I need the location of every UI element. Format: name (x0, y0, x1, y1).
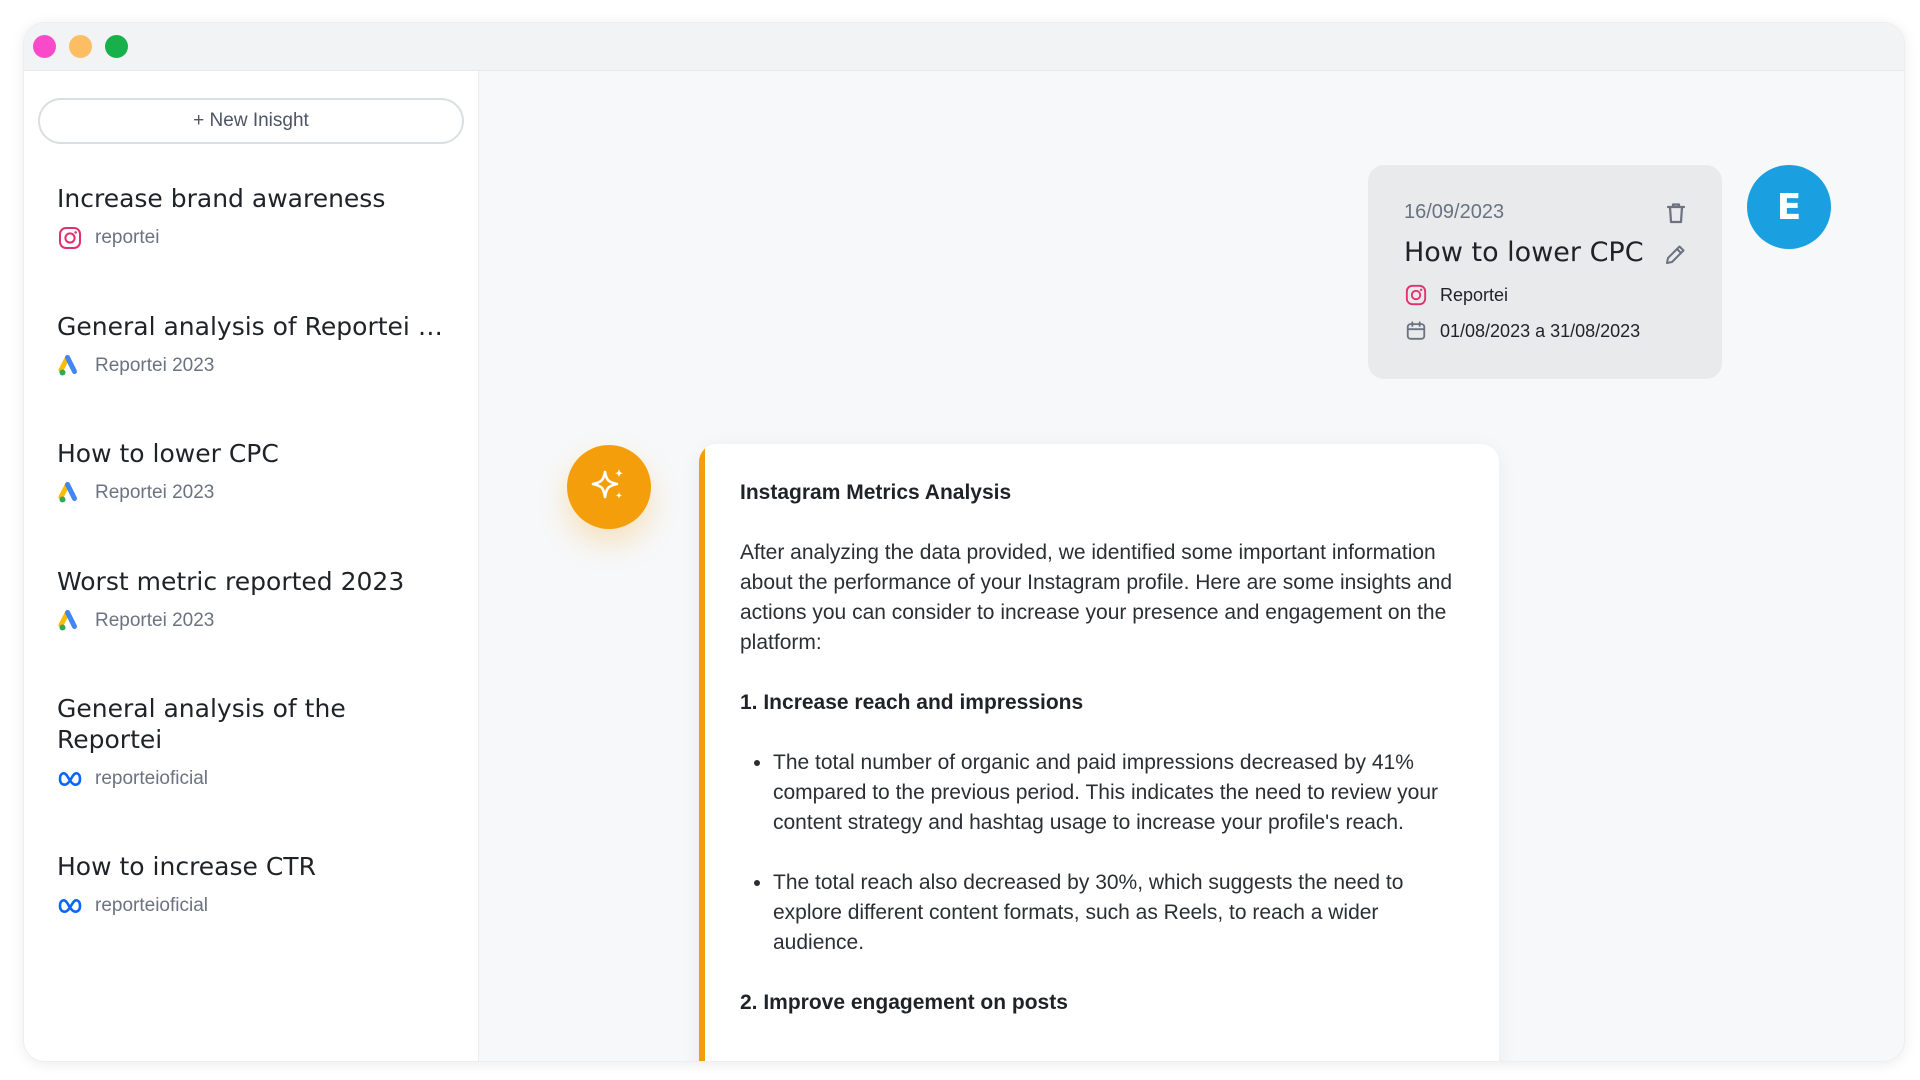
new-insight-button[interactable]: + New Inisght (38, 98, 464, 144)
meta-icon (57, 893, 83, 919)
query-date: 16/09/2023 (1404, 201, 1505, 223)
calendar-icon (1404, 319, 1428, 343)
google-ads-icon (57, 353, 83, 379)
sidebar-item-general-analysis-reportei[interactable]: General analysis of the Reportei reporte… (57, 693, 377, 793)
google-ads-icon (57, 480, 83, 506)
close-window-button[interactable] (33, 35, 56, 58)
chat-area: 16/09/2023 How to lower CPC Reportei 01/… (479, 71, 1904, 1061)
insights-sidebar: + New Inisght Increase brand awareness r… (24, 71, 479, 1061)
query-title: How to lower CPC (1404, 237, 1644, 268)
insight-source: reportei (95, 227, 160, 248)
insight-title: Increase brand awareness (57, 184, 386, 213)
meta-icon (57, 766, 83, 792)
ai-assistant-avatar (567, 445, 651, 529)
answer-heading: Instagram Metrics Analysis (740, 481, 1012, 504)
insight-source: Reportei 2023 (95, 482, 215, 503)
insight-source: Reportei 2023 (95, 355, 215, 376)
sidebar-item-increase-brand-awareness[interactable]: Increase brand awareness reportei (57, 183, 452, 252)
sidebar-item-how-to-lower-cpc[interactable]: How to lower CPC Reportei 2023 (57, 438, 452, 507)
sidebar-item-general-analysis-2023[interactable]: General analysis of Reportei 2… Reportei… (57, 311, 452, 380)
insight-title: General analysis of the Reportei (57, 694, 346, 754)
insight-title: General analysis of Reportei 2… (57, 312, 452, 341)
minimize-window-button[interactable] (69, 35, 92, 58)
answer-section-title: 2. Improve engagement on posts (740, 991, 1068, 1014)
query-account: Reportei (1440, 284, 1509, 305)
answer-bullet: The total number of organic and paid imp… (773, 748, 1475, 838)
insight-title: Worst metric reported 2023 (57, 567, 405, 596)
sidebar-item-how-to-increase-ctr[interactable]: How to increase CTR reporteioficial (57, 851, 452, 920)
answer-intro: After analyzing the data provided, we id… (740, 541, 1453, 654)
answer-section-title: 1. Increase reach and impressions (740, 691, 1084, 714)
answer-bullet: The total reach also decreased by 30%, w… (773, 868, 1475, 958)
query-period: 01/08/2023 a 31/08/2023 (1440, 320, 1641, 341)
insight-source: reporteioficial (95, 768, 208, 789)
app-window: + New Inisght Increase brand awareness r… (23, 22, 1905, 1062)
instagram-icon (1404, 283, 1428, 307)
sparkles-icon (587, 463, 631, 512)
maximize-window-button[interactable] (105, 35, 128, 58)
answer-accent-bar (699, 444, 705, 1061)
sidebar-item-worst-metric-2023[interactable]: Worst metric reported 2023 Reportei 2023 (57, 566, 452, 635)
trash-icon[interactable] (1662, 199, 1690, 227)
user-avatar[interactable]: E (1747, 165, 1831, 249)
ai-answer-card: Instagram Metrics Analysis After analyzi… (699, 444, 1499, 1061)
answer-bullet-list: The total number of organic and paid imp… (773, 748, 1475, 958)
insight-source: reporteioficial (95, 895, 208, 916)
pencil-icon[interactable] (1661, 241, 1689, 269)
title-bar (24, 23, 1904, 71)
google-ads-icon (57, 608, 83, 634)
insight-source: Reportei 2023 (95, 610, 215, 631)
answer-body: Instagram Metrics Analysis After analyzi… (740, 478, 1475, 1048)
insight-title: How to increase CTR (57, 852, 316, 881)
insight-title: How to lower CPC (57, 439, 279, 468)
query-card: 16/09/2023 How to lower CPC Reportei 01/… (1368, 165, 1722, 379)
instagram-icon (57, 225, 83, 251)
